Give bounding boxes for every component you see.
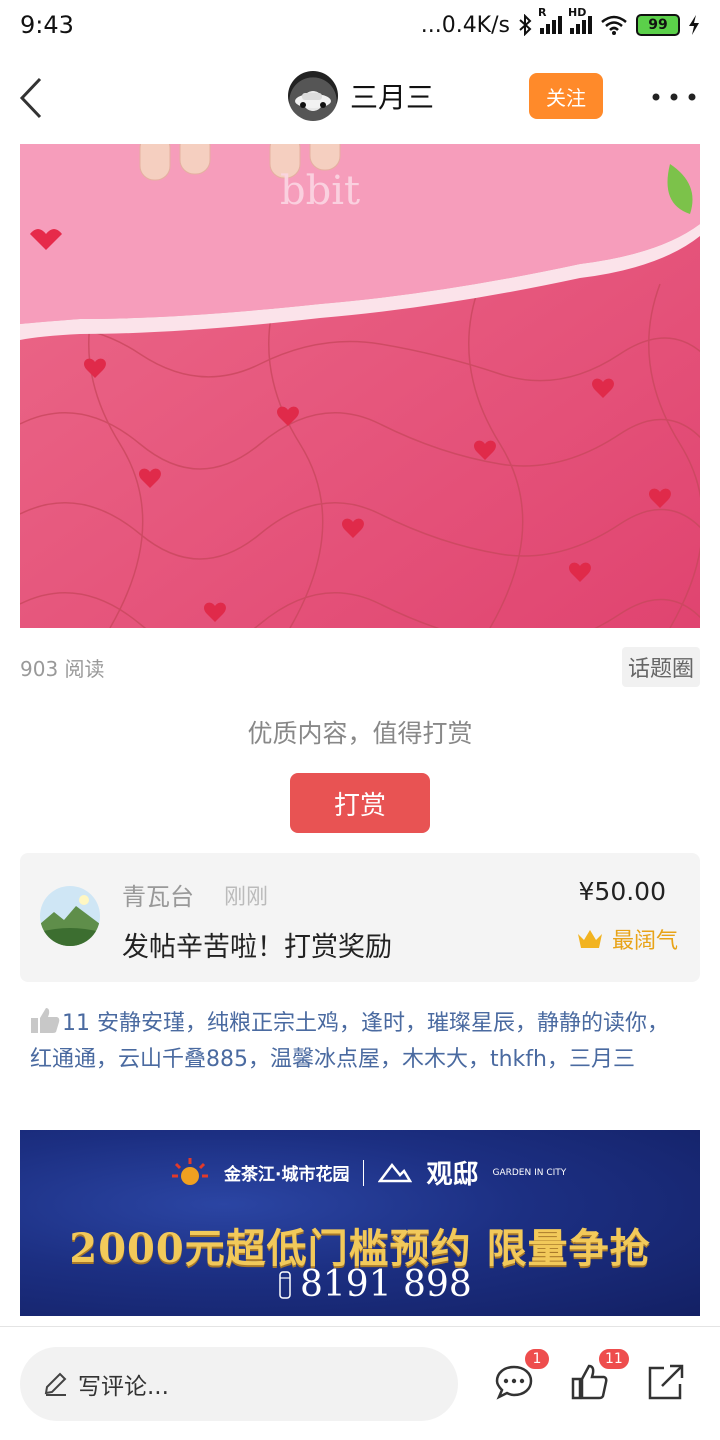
likes-count: 11 bbox=[62, 1011, 90, 1036]
signal-icon-2: HD bbox=[568, 6, 592, 34]
network-speed: ...0.4K/s bbox=[420, 12, 510, 38]
more-dots-icon bbox=[652, 93, 696, 101]
landscape-avatar-icon bbox=[40, 886, 100, 946]
likes-count-badge: 11 bbox=[598, 1348, 630, 1370]
signal-label-2: HD bbox=[568, 6, 587, 19]
pencil-icon bbox=[44, 1372, 67, 1396]
phone-icon bbox=[279, 1270, 291, 1299]
signal-label-1: R bbox=[538, 6, 547, 19]
tip-message: 发帖辛苦啦！打赏奖励 bbox=[122, 932, 392, 963]
top-tipper-badge: 最阔气 bbox=[576, 923, 678, 955]
status-bar: 9:43 ...0.4K/s R HD 99 bbox=[0, 0, 720, 50]
status-indicators: ...0.4K/s R HD 99 bbox=[420, 6, 700, 38]
crown-icon bbox=[577, 930, 602, 948]
bottom-divider bbox=[0, 1326, 720, 1327]
status-time: 9:43 bbox=[20, 11, 74, 39]
ad-brand-en: GARDEN IN CITY bbox=[492, 1167, 567, 1178]
svg-text:bbit: bbit bbox=[280, 168, 360, 214]
car-image-icon bbox=[295, 93, 331, 108]
author-name[interactable]: 三月三 bbox=[350, 76, 434, 116]
comment-input[interactable]: 写评论... bbox=[20, 1347, 458, 1421]
bluetooth-icon bbox=[519, 14, 532, 36]
badge-label: 最阔气 bbox=[611, 929, 678, 954]
likes-names[interactable]: 安静安瑾，纯粮正宗土鸡，逢时，璀璨星辰，静静的读你，红通通，云山千叠885，温馨… bbox=[30, 1011, 669, 1072]
ad-phone: 8191 898 bbox=[278, 1264, 472, 1305]
mountain-logo-icon bbox=[378, 1162, 413, 1182]
tip-amount: ¥50.00 bbox=[578, 877, 666, 906]
ad-phone-number: 8191 898 bbox=[300, 1264, 472, 1305]
follow-button[interactable]: 关注 bbox=[529, 73, 603, 119]
ad-brand-cn: 金茶江·城市花园 bbox=[224, 1165, 350, 1185]
share-button[interactable] bbox=[646, 1362, 686, 1402]
chevron-left-icon bbox=[19, 77, 42, 119]
reward-hint: 优质内容，值得打赏 bbox=[247, 719, 473, 748]
comment-placeholder: 写评论... bbox=[78, 1374, 169, 1400]
post-image[interactable]: bbit bbox=[20, 144, 700, 628]
thumbs-up-icon bbox=[31, 1008, 60, 1033]
author-info[interactable]: 三月三 bbox=[288, 71, 434, 121]
ad-logo-row: 金茶江·城市花园 观邸 GARDEN IN CITY bbox=[170, 1154, 566, 1191]
charging-icon bbox=[689, 15, 699, 35]
signal-icon-1: R bbox=[538, 6, 562, 34]
reward-record-card: 青瓦台 刚刚 发帖辛苦啦！打赏奖励 ¥50.00 最阔气 bbox=[20, 853, 700, 982]
read-count: 903 阅读 bbox=[20, 656, 105, 681]
more-options-button[interactable] bbox=[650, 83, 698, 111]
tipper-name[interactable]: 青瓦台 bbox=[122, 877, 194, 912]
sun-logo-icon bbox=[172, 1157, 208, 1185]
share-icon bbox=[648, 1364, 684, 1400]
comments-count-badge: 1 bbox=[524, 1348, 550, 1370]
topic-tag[interactable]: 话题圈 bbox=[621, 647, 700, 687]
tip-time: 刚刚 bbox=[224, 885, 269, 910]
ad-banner[interactable]: 金茶江·城市花园 观邸 GARDEN IN CITY 2000元超低门槛预约 限… bbox=[20, 1130, 700, 1316]
author-avatar[interactable] bbox=[288, 71, 338, 121]
ad-brand-2: 观邸 bbox=[426, 1160, 479, 1190]
reward-button[interactable]: 打赏 bbox=[290, 773, 430, 833]
post-meta-row: 903 阅读 话题圈 bbox=[20, 647, 700, 687]
top-navigation-bar: 三月三 关注 bbox=[0, 55, 720, 140]
pink-blanket-image: bbit bbox=[20, 144, 700, 628]
back-button[interactable] bbox=[16, 73, 56, 123]
tipper-avatar[interactable] bbox=[40, 886, 100, 946]
wifi-icon bbox=[601, 15, 627, 35]
battery-indicator: 99 bbox=[636, 14, 680, 36]
likes-list: 11 安静安瑾，纯粮正宗土鸡，逢时，璀璨星辰，静静的读你，红通通，云山千叠885… bbox=[30, 1006, 690, 1078]
